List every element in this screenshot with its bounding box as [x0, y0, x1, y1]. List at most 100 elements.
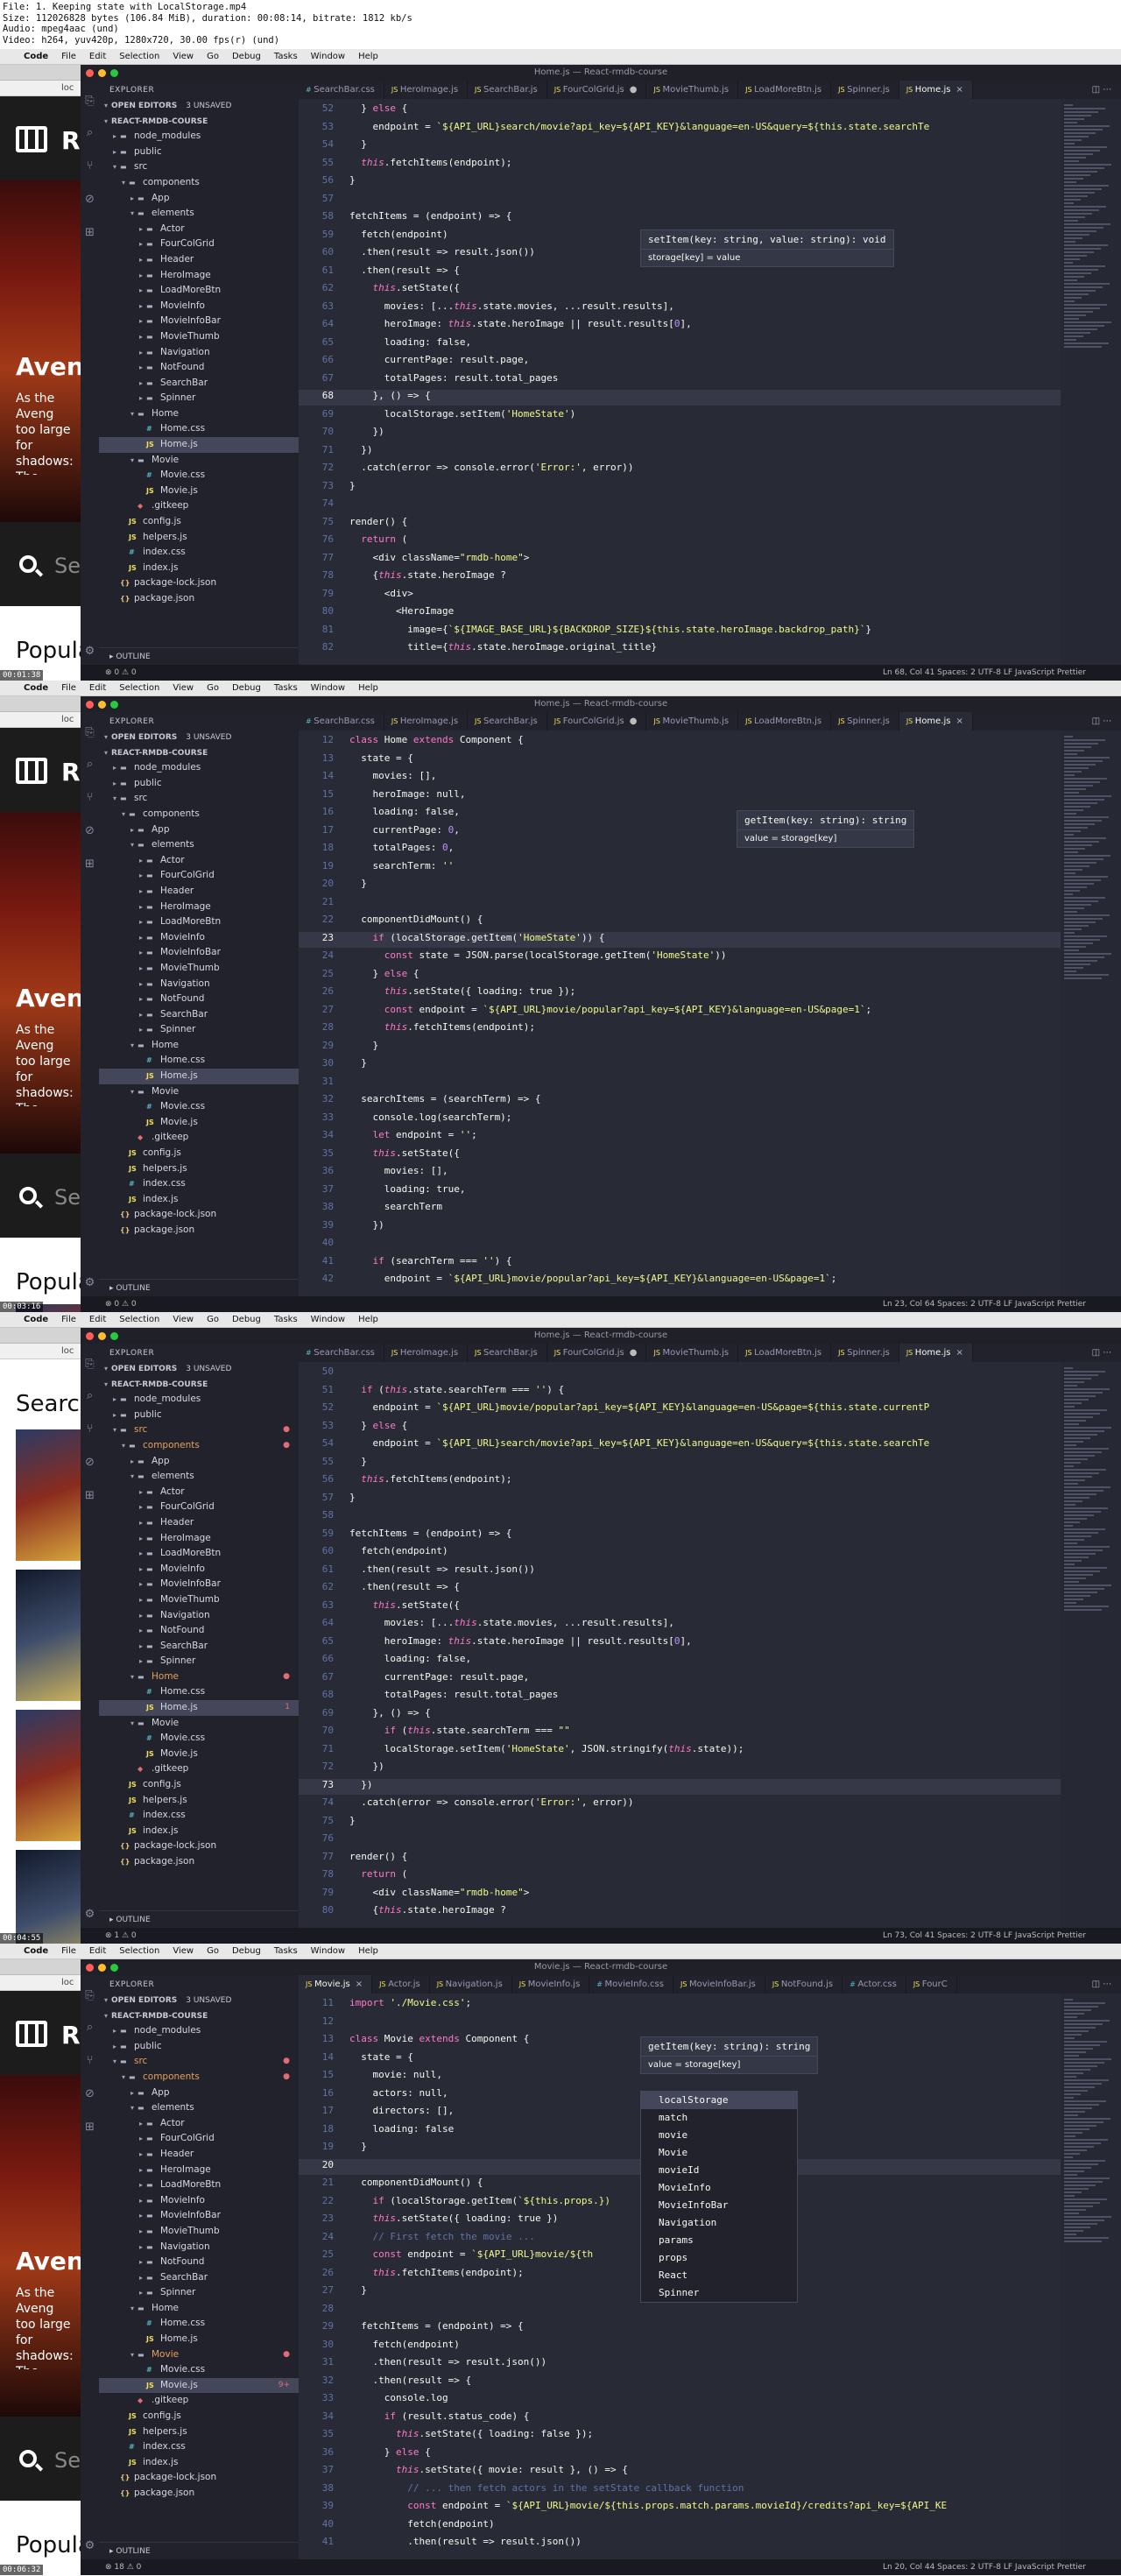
- editor-tab[interactable]: JS Navigation.js: [430, 1975, 512, 1994]
- folder-item[interactable]: ▾ ▬ components ●: [99, 1438, 299, 1454]
- debug-icon[interactable]: ⊘: [83, 193, 96, 206]
- file-item[interactable]: {} package-lock.json: [99, 575, 299, 591]
- search-icon[interactable]: ⌕: [83, 1389, 96, 1402]
- menu-go[interactable]: Go: [207, 52, 219, 61]
- files-icon[interactable]: ⎘: [83, 95, 96, 108]
- status-problems[interactable]: ⊗ 0 ⚠ 0: [105, 665, 137, 681]
- folder-item[interactable]: ▸ ▬ Spinner: [99, 1654, 299, 1669]
- folder-item[interactable]: ▾ ▬ components: [99, 807, 299, 822]
- folder-item[interactable]: ▸ ▬ MovieInfo: [99, 2193, 299, 2209]
- folder-item[interactable]: ▸ ▬ LoadMoreBtn: [99, 914, 299, 930]
- suggestion-item[interactable]: movie: [641, 2127, 797, 2144]
- browser-tabs[interactable]: [0, 1959, 81, 1975]
- search-icon[interactable]: ⌕: [83, 758, 96, 771]
- folder-item[interactable]: ▾ ▬ Movie: [99, 1716, 299, 1732]
- folder-item[interactable]: ▾ ▬ src: [99, 791, 299, 807]
- source-control-icon[interactable]: ⑂: [83, 1422, 96, 1436]
- file-item[interactable]: JS Movie.js: [99, 1747, 299, 1762]
- split-editor-icon[interactable]: ◫ ⋯: [1082, 1344, 1121, 1362]
- menu-edit[interactable]: Edit: [89, 1315, 106, 1324]
- section-header[interactable]: ▾ REACT-RMDB-COURSE: [99, 1377, 299, 1393]
- code-area[interactable]: 52 } else {53 endpoint = `${API_URL}sear…: [299, 99, 1061, 665]
- menu-help[interactable]: Help: [358, 683, 378, 693]
- search-bar[interactable]: Se: [0, 522, 81, 606]
- folder-item[interactable]: ▸ ▬ Navigation: [99, 2240, 299, 2255]
- folder-item[interactable]: ▸ ▬ MovieInfoBar: [99, 1577, 299, 1592]
- menu-tasks[interactable]: Tasks: [274, 1315, 298, 1324]
- status-info[interactable]: Ln 20, Col 44 Spaces: 2 UTF-8 LF JavaScr…: [883, 2559, 1086, 2575]
- folder-item[interactable]: ▸ ▬ MovieInfoBar: [99, 314, 299, 329]
- movie-poster[interactable]: [16, 1429, 81, 1561]
- menu-tasks[interactable]: Tasks: [274, 683, 298, 693]
- suggestion-item[interactable]: match: [641, 2109, 797, 2127]
- files-icon[interactable]: ⎘: [83, 1989, 96, 2002]
- file-item[interactable]: JS index.js: [99, 1824, 299, 1839]
- section-header[interactable]: ▾ REACT-RMDB-COURSE: [99, 114, 299, 130]
- menu-edit[interactable]: Edit: [89, 52, 106, 61]
- folder-item[interactable]: ▸ ▬ Header: [99, 2147, 299, 2163]
- file-item[interactable]: {} package.json: [99, 1223, 299, 1239]
- file-item[interactable]: # Home.css: [99, 1053, 299, 1069]
- file-item[interactable]: JS Home.js 1: [99, 1700, 299, 1716]
- folder-item[interactable]: ▸ ▬ NotFound: [99, 2255, 299, 2270]
- outline-section[interactable]: ▸ OUTLINE: [99, 1910, 299, 1928]
- folder-item[interactable]: ▾ ▬ components: [99, 175, 299, 191]
- file-item[interactable]: JS index.js: [99, 1192, 299, 1208]
- editor-tab[interactable]: JS SearchBar.js: [468, 81, 547, 99]
- window-control-icon[interactable]: [110, 701, 118, 709]
- file-item[interactable]: JS Home.js: [99, 437, 299, 453]
- editor-tab[interactable]: JS FourC: [906, 1975, 957, 1994]
- editor-tab[interactable]: JS Movie.js ×: [299, 1975, 373, 1994]
- folder-item[interactable]: ▾ ▬ src ●: [99, 2054, 299, 2070]
- editor-tab[interactable]: JS SearchBar.js: [468, 712, 547, 730]
- menu-file[interactable]: File: [61, 1315, 76, 1324]
- folder-item[interactable]: ▸ ▬ Actor: [99, 222, 299, 237]
- window-control-icon[interactable]: [110, 69, 118, 77]
- folder-item[interactable]: ▸ ▬ public: [99, 145, 299, 160]
- file-item[interactable]: JS index.js: [99, 2455, 299, 2471]
- folder-item[interactable]: ▸ ▬ Actor: [99, 2116, 299, 2132]
- extensions-icon[interactable]: ⊞: [83, 2121, 96, 2134]
- address-bar[interactable]: loc: [0, 1344, 81, 1359]
- minimap[interactable]: [1061, 730, 1121, 1296]
- folder-item[interactable]: ▸ ▬ HeroImage: [99, 268, 299, 284]
- menu-edit[interactable]: Edit: [89, 1946, 106, 1956]
- app-menu[interactable]: Code: [24, 683, 48, 693]
- menu-window[interactable]: Window: [311, 683, 345, 693]
- outline-section[interactable]: ▸ OUTLINE: [99, 1279, 299, 1296]
- folder-item[interactable]: ▸ ▬ MovieThumb: [99, 961, 299, 977]
- menu-window[interactable]: Window: [311, 1946, 345, 1956]
- outline-section[interactable]: ▸ OUTLINE: [99, 2542, 299, 2559]
- menu-view[interactable]: View: [173, 1315, 194, 1324]
- file-item[interactable]: {} package-lock.json: [99, 2470, 299, 2486]
- folder-item[interactable]: ▸ ▬ NotFound: [99, 992, 299, 1007]
- code-area[interactable]: 50 51 if (this.state.searchTerm === '') {…: [299, 1362, 1061, 1928]
- autocomplete-list[interactable]: localStorage match movie Movie movieId MovieI…: [640, 2091, 798, 2303]
- folder-item[interactable]: ▸ ▬ node_modules: [99, 1392, 299, 1408]
- folder-item[interactable]: ▸ ▬ Navigation: [99, 977, 299, 992]
- folder-item[interactable]: ▸ ▬ NotFound: [99, 360, 299, 376]
- folder-item[interactable]: ▸ ▬ HeroImage: [99, 2163, 299, 2178]
- file-item[interactable]: # Movie.css: [99, 1099, 299, 1115]
- movie-poster[interactable]: [16, 1710, 81, 1841]
- folder-item[interactable]: ▸ ▬ LoadMoreBtn: [99, 2177, 299, 2193]
- file-item[interactable]: # index.css: [99, 1808, 299, 1824]
- file-item[interactable]: ◆ .gitkeep: [99, 1130, 299, 1146]
- editor-tab[interactable]: JS FourColGrid.js ●: [547, 712, 647, 730]
- suggestion-item[interactable]: props: [641, 2249, 797, 2267]
- folder-item[interactable]: ▸ ▬ App: [99, 2086, 299, 2101]
- file-item[interactable]: # Movie.css: [99, 1731, 299, 1747]
- menu-window[interactable]: Window: [311, 52, 345, 61]
- status-problems[interactable]: ⊗ 0 ⚠ 0: [105, 1296, 137, 1312]
- menu-view[interactable]: View: [173, 52, 194, 61]
- settings-gear-icon[interactable]: ⚙: [83, 2539, 96, 2552]
- close-icon[interactable]: ×: [956, 85, 963, 95]
- folder-item[interactable]: ▾ ▬ elements: [99, 2100, 299, 2116]
- file-item[interactable]: JS helpers.js: [99, 2424, 299, 2440]
- source-control-icon[interactable]: ⑂: [83, 791, 96, 804]
- source-control-icon[interactable]: ⑂: [83, 2054, 96, 2067]
- extensions-icon[interactable]: ⊞: [83, 226, 96, 239]
- folder-item[interactable]: ▾ ▬ elements: [99, 837, 299, 853]
- folder-item[interactable]: ▾ ▬ Movie: [99, 1084, 299, 1100]
- folder-item[interactable]: ▸ ▬ SearchBar: [99, 1007, 299, 1023]
